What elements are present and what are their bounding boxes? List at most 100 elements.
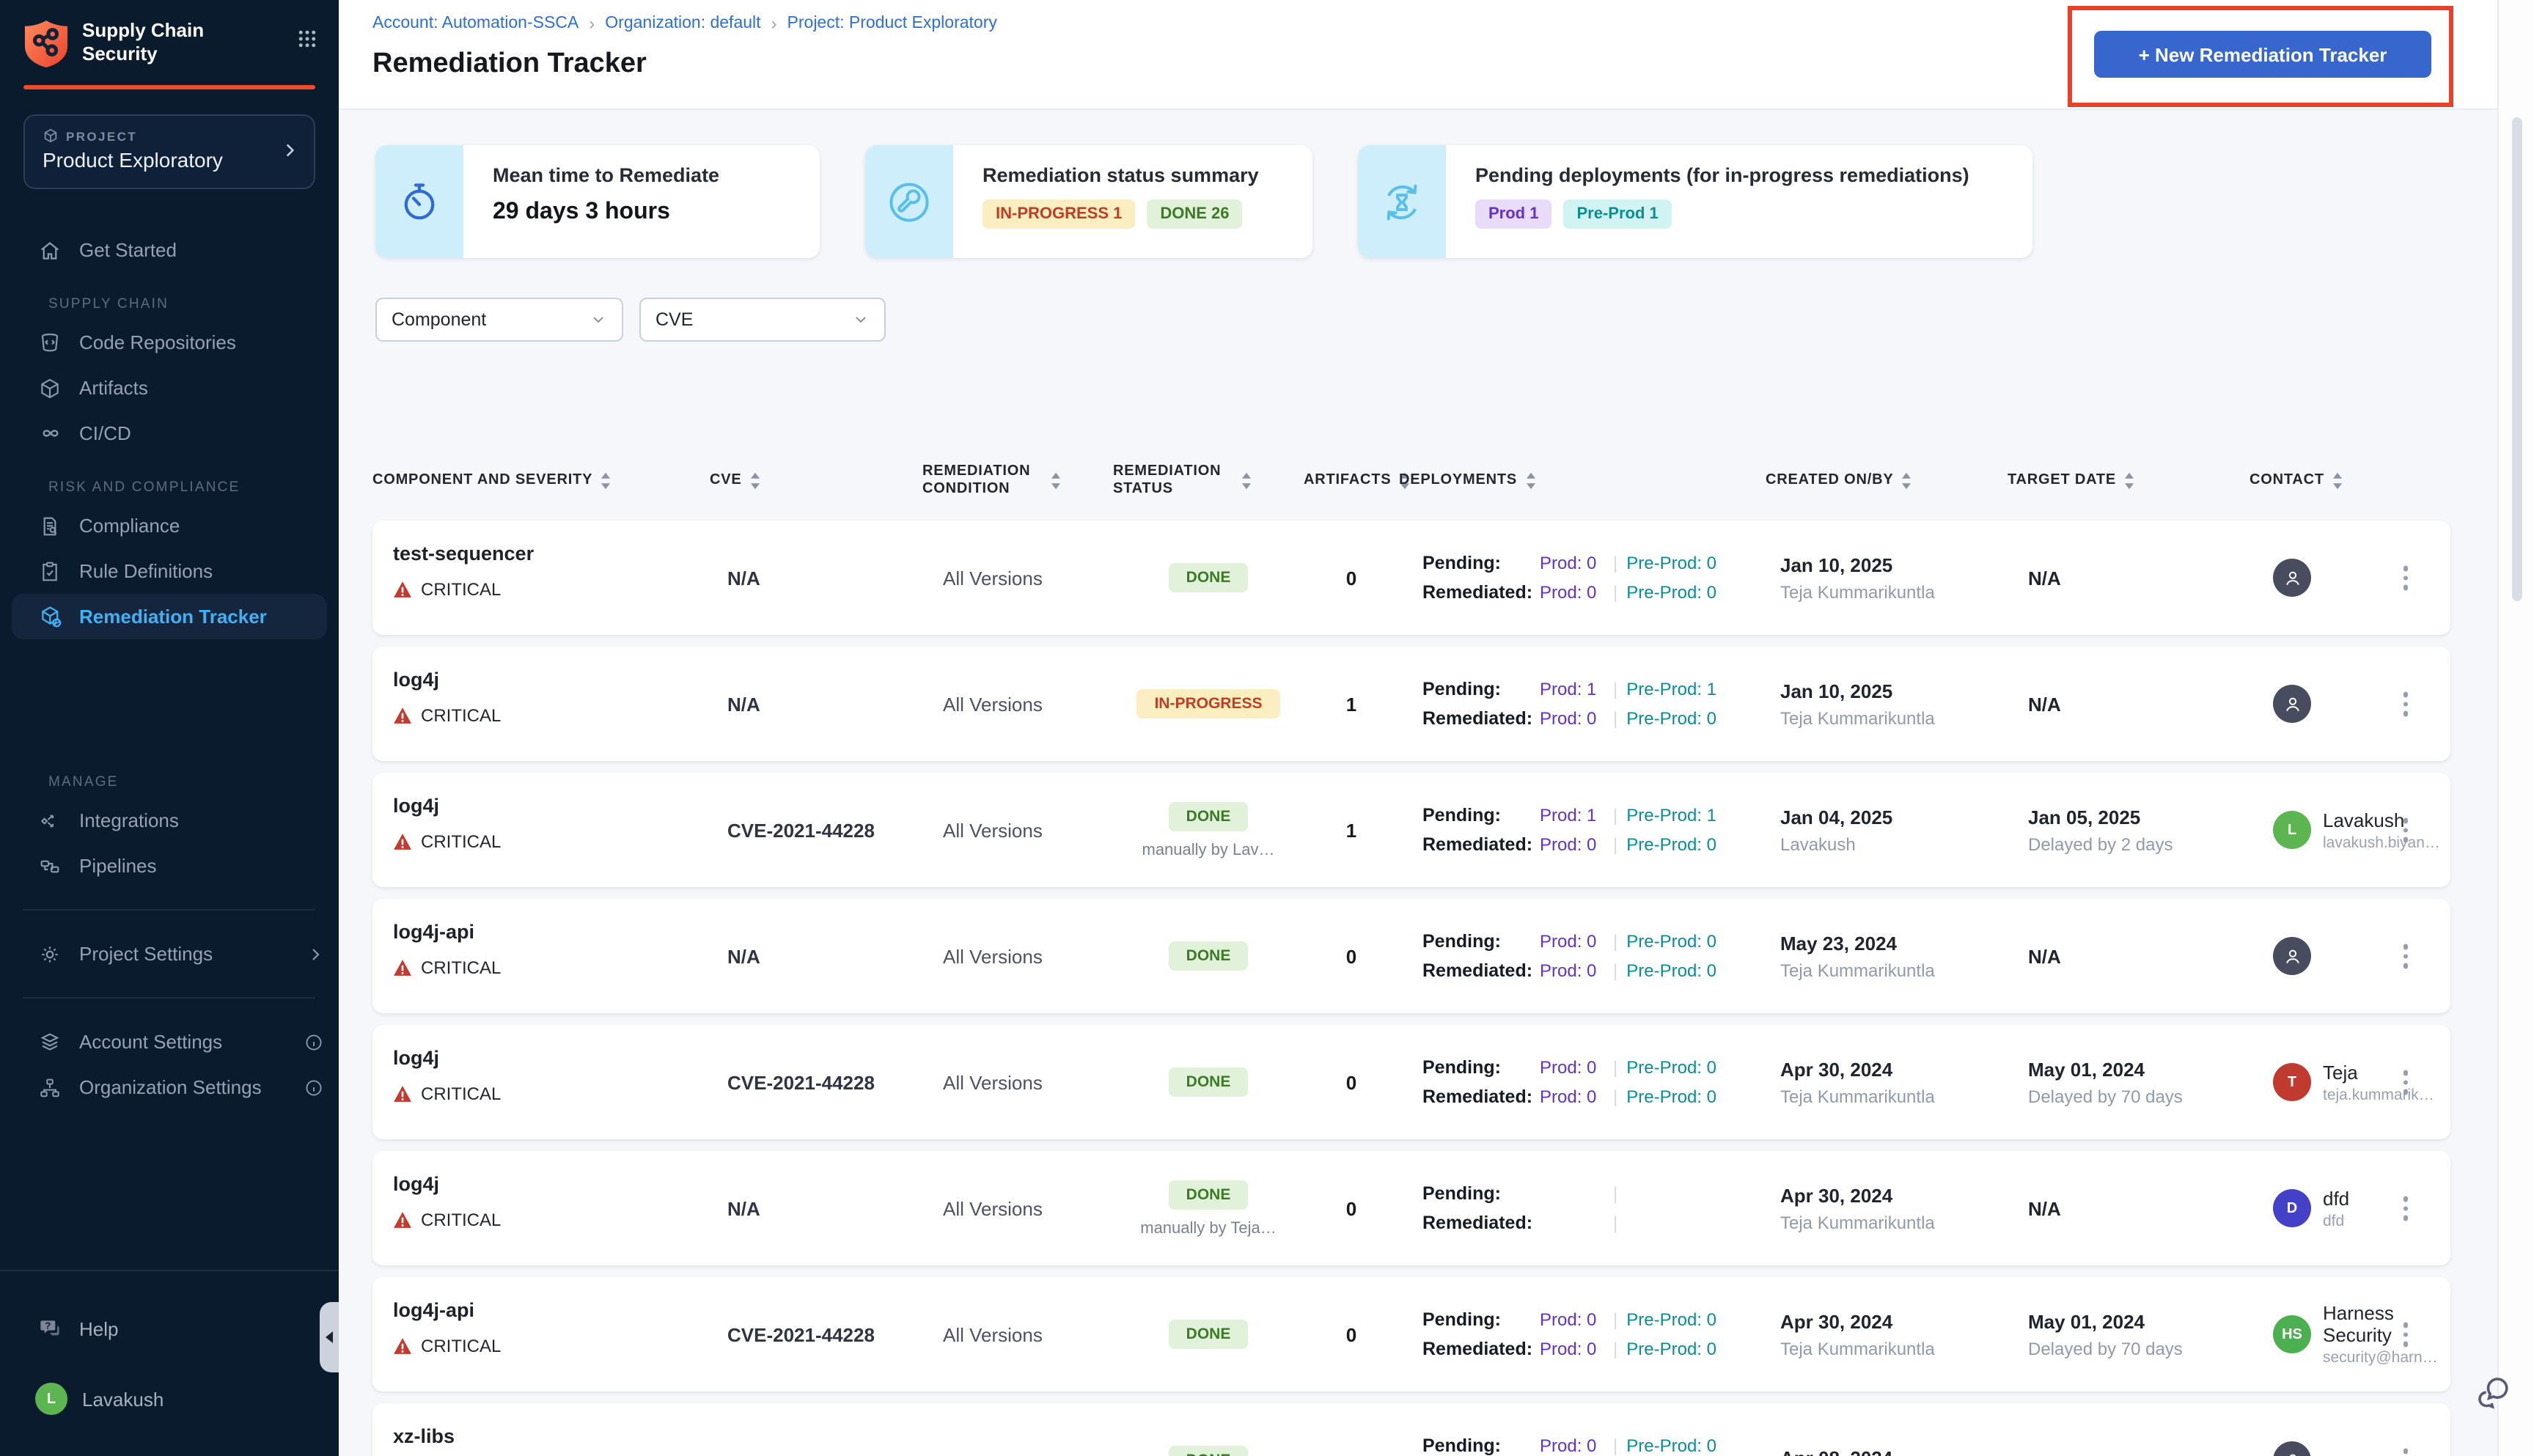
row-menu-button kebab-menu-icon[interactable]: [2398, 688, 2412, 721]
sidebar-item-get-started[interactable]: Get Started: [0, 227, 339, 273]
status-badge: DONE: [1168, 1320, 1249, 1349]
status-badge: DONE: [1168, 1180, 1249, 1209]
user-name: Lavakush: [82, 1388, 164, 1410]
remediation-status-cell: DONE: [1113, 1446, 1304, 1456]
component-name: log4j: [393, 1173, 440, 1195]
severity: CRITICAL: [393, 705, 710, 726]
summary-badge: IN-PROGRESS 1: [983, 199, 1136, 229]
deployment-separator: |: [1613, 679, 1618, 699]
project-selector[interactable]: PROJECT Product Exploratory: [23, 114, 315, 189]
prod-count: Prod: 0: [1540, 931, 1597, 952]
row-menu-button kebab-menu-icon[interactable]: [2398, 562, 2412, 595]
contact-avatar: T: [2273, 1063, 2311, 1101]
scrollbar-thumb[interactable]: [2512, 117, 2522, 601]
sidebar-item-remediation-tracker[interactable]: Remediation Tracker: [12, 594, 327, 639]
preprod-count: Pre-Prod: 0: [1626, 931, 1716, 952]
column-header-created-on-by[interactable]: CREATED ON/BY: [1766, 472, 2008, 490]
component-filter-select[interactable]: Component: [375, 298, 623, 342]
table-row: test-sequencer CRITICAL N/A All Versions DON…: [372, 521, 2450, 635]
sidebar-item-label: Compliance: [79, 515, 180, 537]
column-header-contact[interactable]: CONTACT: [2250, 472, 2450, 490]
prod-count: Prod: 0: [1540, 1435, 1597, 1456]
remediation-status-cell: IN-PROGRESS: [1113, 689, 1304, 718]
sidebar-item-compliance[interactable]: Compliance: [0, 503, 339, 548]
sidebar-item-label: Artifacts: [79, 377, 148, 399]
chevron-down-icon: [852, 311, 870, 328]
row-menu-button kebab-menu-icon[interactable]: [2398, 1318, 2412, 1351]
deployment-separator: |: [1613, 1339, 1618, 1359]
support-chat-icon[interactable]: [2472, 1372, 2513, 1413]
status-summary-badges: IN-PROGRESS 1 DONE 26: [983, 199, 1259, 229]
contact-avatar person-icon: [2273, 685, 2311, 723]
breadcrumb-separator-icon: ›: [589, 13, 595, 34]
sidebar-item-ci-cd[interactable]: CI/CD: [0, 411, 339, 456]
preprod-count: Pre-Prod: 0: [1626, 1435, 1716, 1456]
deployment-label: Remediated:: [1422, 708, 1533, 729]
new-remediation-tracker-button[interactable]: + New Remediation Tracker: [2094, 31, 2431, 78]
sidebar-item-pipelines[interactable]: Pipelines: [0, 843, 339, 889]
sort-icon: [600, 472, 612, 490]
page-scrollbar[interactable]: [2497, 0, 2534, 1456]
grid-icon[interactable]: [296, 28, 318, 50]
remediation-status-cell: DONE: [1113, 941, 1304, 971]
kebab-dot: [2403, 1070, 2408, 1076]
breadcrumb-link[interactable]: Organization: default: [605, 15, 760, 32]
kebab-dot: [2403, 1341, 2408, 1347]
project-name: Product Exploratory: [43, 148, 223, 172]
contact-avatar person-icon: [2273, 937, 2311, 975]
sidebar-item-label: Account Settings: [79, 1031, 223, 1053]
component-cell: log4j CRITICAL: [372, 773, 710, 852]
column-header-artifacts[interactable]: ARTIFACTS: [1304, 472, 1409, 490]
sidebar-item-code-repositories[interactable]: Code Repositories: [0, 320, 339, 365]
cve-filter-select[interactable]: CVE: [639, 298, 886, 342]
row-menu-button kebab-menu-icon[interactable]: [2398, 1066, 2412, 1099]
column-header-remediation-status[interactable]: REMEDIATION STATUS: [1113, 463, 1304, 499]
artifacts-cell: 1: [1345, 693, 1357, 715]
component-cell: log4j-api CRITICAL: [372, 1277, 710, 1356]
contact-info: Lavakush lavakush.biyan…: [2323, 809, 2446, 851]
cve-cell: N/A: [727, 567, 760, 589]
breadcrumb-link[interactable]: Project: Product Exploratory: [787, 15, 997, 32]
prod-count: Prod: 0: [1540, 1087, 1597, 1107]
sidebar-item-project-settings[interactable]: Project Settings: [0, 931, 339, 977]
deployment-line: Remediated: Prod: 0 | Pre-Prod: 0: [1422, 704, 1766, 733]
sidebar-collapse-button[interactable]: [320, 1302, 339, 1372]
column-header-component-and-severity[interactable]: COMPONENT AND SEVERITY: [372, 472, 710, 490]
component-name: log4j-api: [393, 921, 475, 943]
remediation-condition-cell: All Versions: [943, 1323, 1043, 1345]
sidebar-item-account-settings[interactable]: Account Settings: [0, 1019, 339, 1065]
chevron-right-icon: [306, 945, 324, 963]
remediation-condition-cell: All Versions: [943, 945, 1043, 967]
column-header-target-date[interactable]: TARGET DATE: [2008, 472, 2250, 490]
column-header-deployments[interactable]: DEPLOYMENTS: [1399, 472, 1766, 490]
severity-label: CRITICAL: [421, 1084, 502, 1104]
sidebar-item-integrations[interactable]: Integrations: [0, 798, 339, 843]
summary-badge: Prod 1: [1475, 199, 1552, 229]
target-date: May 01, 2024: [2028, 1310, 2145, 1332]
sidebar-item-help[interactable]: ? Help: [0, 1306, 339, 1350]
table-row: log4j-api CRITICAL N/A All Versions DONE 0 Pen…: [372, 899, 2450, 1013]
row-menu-button kebab-menu-icon[interactable]: [2398, 940, 2412, 973]
sidebar-item-organization-settings[interactable]: Organization Settings: [0, 1065, 339, 1110]
contact-name: Harness Security: [2323, 1302, 2394, 1346]
sidebar-item-rule-definitions[interactable]: Rule Definitions: [0, 548, 339, 594]
deployment-separator: |: [1613, 805, 1618, 826]
breadcrumb-link[interactable]: Account: Automation-SSCA: [372, 15, 579, 32]
deployment-line: Pending: Prod: 0 | Pre-Prod: 0: [1422, 927, 1766, 956]
target-date-cell: Jan 05, 2025 Delayed by 2 days: [2008, 806, 2250, 854]
column-header-label: CVE: [710, 472, 742, 488]
target-date-cell: N/A: [2008, 945, 2250, 967]
artifacts-cell: 0: [1345, 945, 1357, 967]
cicd-icon: [38, 421, 63, 446]
row-menu-button kebab-menu-icon[interactable]: [2398, 1192, 2412, 1225]
column-header-remediation-condition[interactable]: REMEDIATION CONDITION: [922, 463, 1113, 499]
column-header-cve[interactable]: CVE: [710, 472, 922, 490]
row-menu-button kebab-menu-icon[interactable]: [2398, 814, 2412, 847]
created-date: Jan 10, 2025: [1780, 554, 1893, 576]
column-header-label: ARTIFACTS: [1304, 472, 1392, 488]
sidebar-user-menu[interactable]: L Lavakush: [0, 1377, 339, 1421]
row-menu-button kebab-menu-icon[interactable]: [2398, 1444, 2412, 1456]
pending-deployments-card: Pending deployments (for in-progress rem…: [1358, 145, 2032, 258]
prod-count: Prod: 1: [1540, 805, 1597, 826]
sidebar-item-artifacts[interactable]: Artifacts: [0, 365, 339, 411]
